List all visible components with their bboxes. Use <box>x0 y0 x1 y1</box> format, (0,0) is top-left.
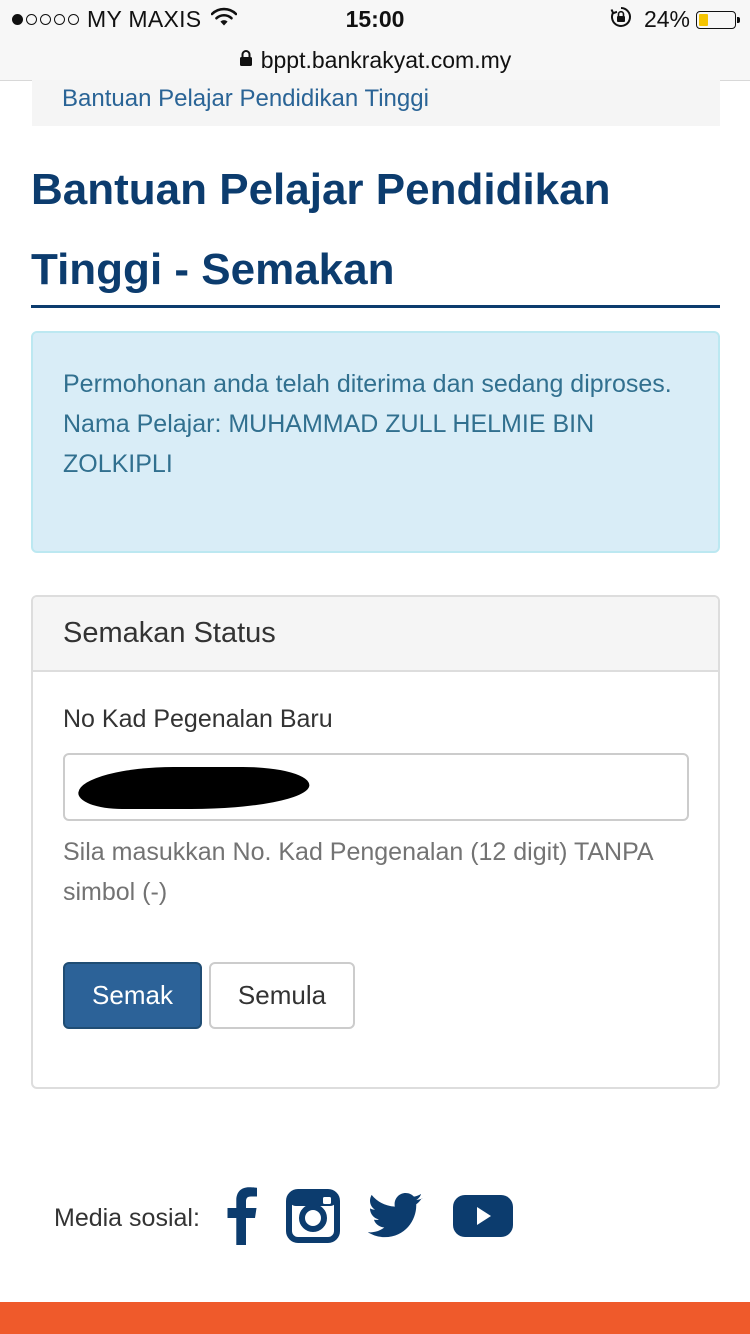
battery-terminal <box>737 16 740 23</box>
status-check-panel: Semakan Status No Kad Pegenalan Baru Sil… <box>31 595 720 1089</box>
title-divider <box>31 305 720 308</box>
success-alert: Permohonan anda telah diterima dan sedan… <box>31 331 720 553</box>
orientation-lock-icon <box>610 6 632 33</box>
social-media-label: Media sosial: <box>54 1203 200 1232</box>
breadcrumb: Bantuan Pelajar Pendidikan Tinggi <box>32 80 720 126</box>
semak-button[interactable]: Semak <box>63 962 202 1029</box>
ic-number-label: No Kad Pegenalan Baru <box>63 705 333 733</box>
social-media-row: Media sosial: <box>54 1186 542 1250</box>
status-bar: MY MAXIS 15:00 24% <box>0 0 750 40</box>
twitter-icon[interactable] <box>367 1192 424 1244</box>
status-bar-right: 24% <box>610 6 740 33</box>
page-title: Bantuan Pelajar Pendidikan Tinggi - Sema… <box>31 165 611 294</box>
lock-icon <box>239 49 253 72</box>
battery-icon <box>696 10 740 29</box>
battery-level <box>699 13 708 26</box>
url-text: bppt.bankrakyat.com.my <box>260 46 512 73</box>
breadcrumb-link[interactable]: Bantuan Pelajar Pendidikan Tinggi <box>62 85 429 112</box>
panel-heading: Semakan Status <box>33 597 718 672</box>
instagram-icon[interactable] <box>285 1188 340 1248</box>
battery-percentage: 24% <box>643 6 690 32</box>
semula-button[interactable]: Semula <box>209 962 355 1029</box>
youtube-icon[interactable] <box>452 1193 514 1244</box>
footer-bar <box>0 1302 750 1334</box>
facebook-icon[interactable] <box>226 1186 258 1250</box>
alert-student-name: Nama Pelajar: MUHAMMAD ZULL HELMIE BIN Z… <box>63 410 595 478</box>
ic-help-text: Sila masukkan No. Kad Pengenalan (12 dig… <box>63 838 653 906</box>
alert-message: Permohonan anda telah diterima dan sedan… <box>63 370 672 398</box>
address-bar[interactable]: bppt.bankrakyat.com.my <box>0 40 750 81</box>
